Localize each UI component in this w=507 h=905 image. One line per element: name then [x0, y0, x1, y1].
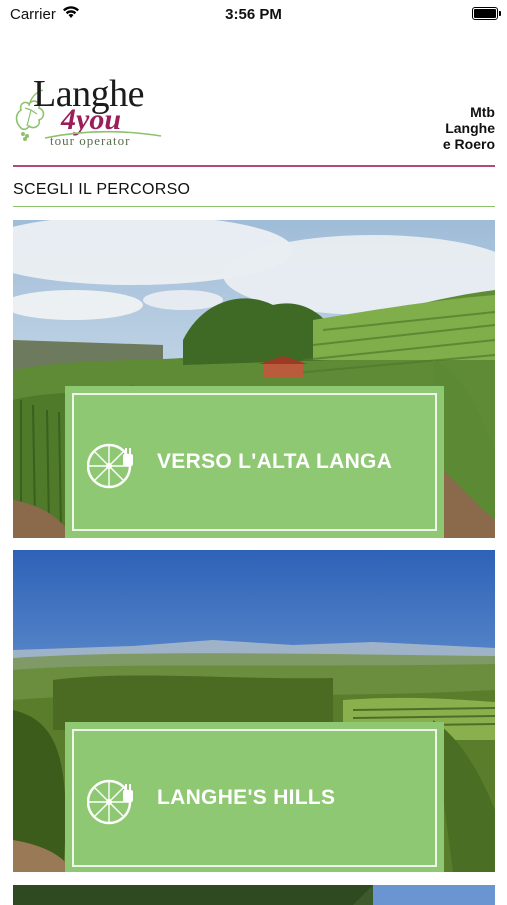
battery-icon: [472, 7, 501, 20]
header-divider: [13, 165, 495, 167]
route-label: VERSO L'ALTA LANGA: [157, 450, 393, 473]
route-label: LANGHE'S HILLS: [157, 786, 336, 809]
bike-wheel-icon: [87, 443, 133, 489]
partial-photo: [13, 885, 495, 905]
status-bar: Carrier 3:56 PM: [0, 0, 507, 30]
route-button-langhes-hills[interactable]: LANGHE'S HILLS: [65, 722, 444, 872]
app-title-line: e Roero: [442, 136, 495, 152]
app-title-line: Langhe: [445, 120, 495, 136]
app-title: Mtb Langhe e Roero: [443, 104, 495, 152]
section-title: SCEGLI IL PERCORSO: [13, 181, 191, 198]
app-header: Langhe 4you tour operator Mtb Langhe e R…: [13, 70, 495, 165]
logo-tagline: tour operator: [50, 133, 131, 148]
langhe4you-logo: Langhe 4you tour operator: [13, 70, 173, 158]
route-button-alta-langa[interactable]: VERSO L'ALTA LANGA: [65, 386, 444, 538]
route-card-alta-langa[interactable]: VERSO L'ALTA LANGA: [13, 220, 495, 538]
bike-wheel-icon: [87, 779, 133, 825]
route-card-partial[interactable]: [13, 885, 495, 905]
clock: 3:56 PM: [225, 6, 282, 23]
app-title-line: Mtb: [470, 104, 495, 120]
route-card-langhes-hills[interactable]: LANGHE'S HILLS: [13, 550, 495, 872]
section-divider: [13, 206, 495, 207]
